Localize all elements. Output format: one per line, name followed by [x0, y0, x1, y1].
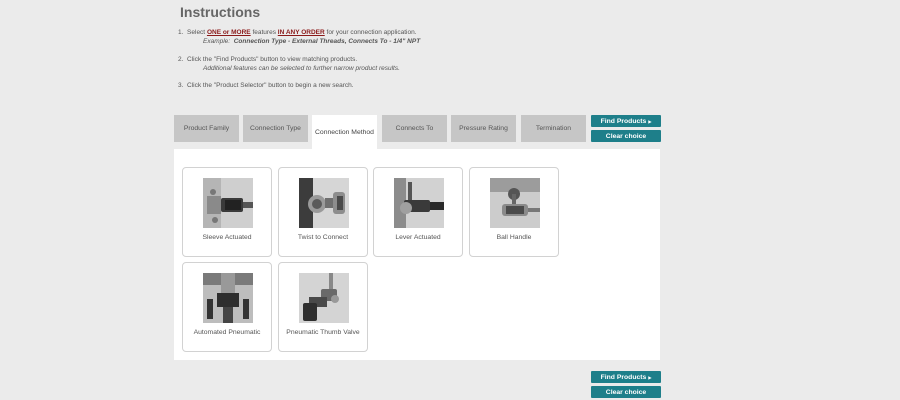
step-text: Select: [187, 29, 206, 36]
tab-pressure-rating[interactable]: Pressure Rating: [451, 115, 516, 142]
example-label: Example:: [203, 38, 231, 45]
option-card-lever-actuated[interactable]: Lever Actuated: [373, 167, 463, 257]
option-label: Automated Pneumatic: [193, 329, 261, 336]
twist-to-connect-photo: [299, 178, 349, 228]
lever-actuated-photo: [394, 178, 444, 228]
option-label: Ball Handle: [496, 234, 532, 241]
example-value: Connection Type - External Threads, Conn…: [233, 38, 421, 45]
option-label: Sleeve Actuated: [202, 234, 252, 241]
option-card-twist-to-connect[interactable]: Twist to Connect: [278, 167, 368, 257]
instruction-step-2: 2. Click the "Find Products" button to v…: [178, 55, 400, 73]
step-number: 1.: [178, 29, 184, 36]
step-number: 2.: [178, 56, 184, 63]
option-card-ball-handle[interactable]: Ball Handle: [469, 167, 559, 257]
step-text: Click the "Find Products" button to view…: [187, 56, 358, 63]
one-or-more-emphasis: ONE or MORE: [206, 29, 251, 36]
step-text: Click the "Product Selector" button to b…: [187, 82, 354, 89]
find-products-button[interactable]: Find Products ▶: [591, 115, 661, 127]
sleeve-actuated-photo: [203, 178, 253, 228]
find-products-label: Find Products: [600, 373, 647, 381]
tab-product-family[interactable]: Product Family: [174, 115, 239, 142]
clear-choice-button[interactable]: Clear choice: [591, 130, 661, 142]
pneumatic-thumb-valve-photo: [299, 273, 349, 323]
tab-connection-method[interactable]: Connection Method: [312, 115, 377, 149]
step-text: features: [252, 29, 276, 36]
option-card-sleeve-actuated[interactable]: Sleeve Actuated: [182, 167, 272, 257]
options-panel: Sleeve Actuated Twist to Connect Lever A…: [174, 149, 660, 360]
tab-termination[interactable]: Termination: [521, 115, 586, 142]
ball-handle-photo: [490, 178, 540, 228]
automated-pneumatic-photo: [203, 273, 253, 323]
step-subtext: Additional features can be selected to f…: [203, 65, 400, 72]
page-title: Instructions: [180, 4, 261, 20]
clear-choice-button-bottom[interactable]: Clear choice: [591, 386, 661, 398]
option-label: Twist to Connect: [297, 234, 349, 241]
step-number: 3.: [178, 82, 184, 89]
find-products-label: Find Products: [600, 117, 647, 125]
option-card-automated-pneumatic[interactable]: Automated Pneumatic: [182, 262, 272, 352]
arrow-right-icon: ▶: [648, 374, 652, 380]
any-order-emphasis: IN ANY ORDER: [277, 29, 325, 36]
feature-tabs: Product Family Connection Type Connectio…: [174, 115, 586, 149]
arrow-right-icon: ▶: [648, 118, 652, 124]
option-card-pneumatic-thumb-valve[interactable]: Pneumatic Thumb Valve: [278, 262, 368, 352]
example-line: Example: Connection Type - External Thre…: [178, 37, 420, 46]
step-text: for your connection application.: [326, 29, 417, 36]
tab-connects-to[interactable]: Connects To: [382, 115, 447, 142]
instruction-step-3: 3. Click the "Product Selector" button t…: [178, 81, 354, 90]
option-label: Lever Actuated: [395, 234, 441, 241]
tab-connection-type[interactable]: Connection Type: [243, 115, 308, 142]
option-label: Pneumatic Thumb Valve: [286, 329, 360, 336]
find-products-button-bottom[interactable]: Find Products ▶: [591, 371, 661, 383]
instruction-step-1: 1. Select ONE or MORE features IN ANY OR…: [178, 28, 420, 46]
